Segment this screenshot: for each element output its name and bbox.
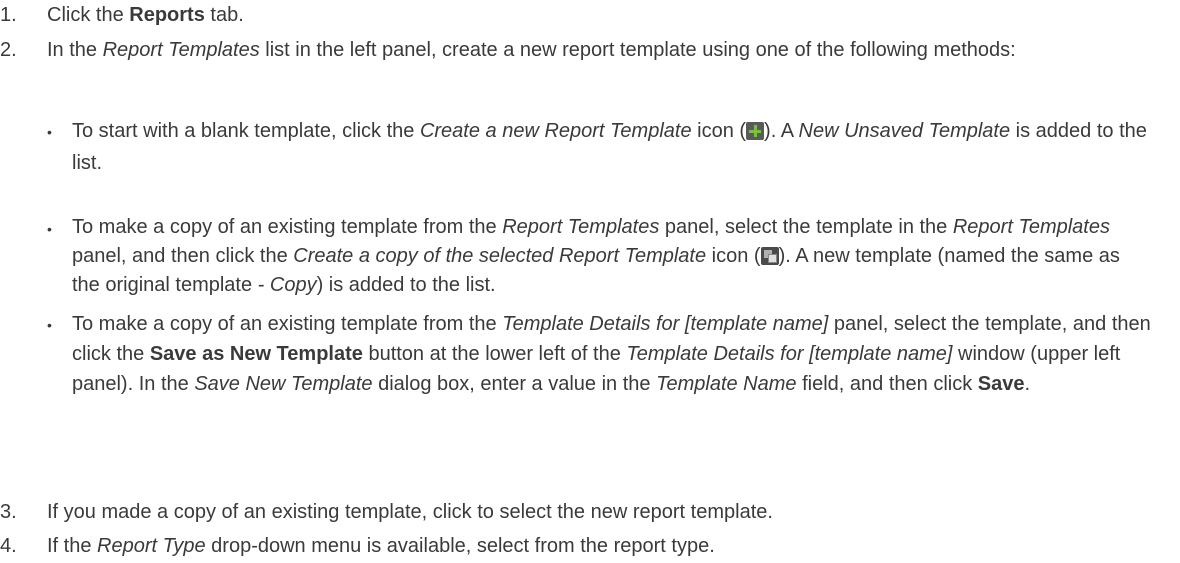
plus-icon (746, 122, 765, 140)
step-text: Click the Reports tab. (47, 4, 244, 26)
step-number: 1. (0, 4, 17, 26)
copy-icon (760, 247, 779, 265)
save-label: Save (977, 373, 1025, 395)
bullet-text: To start with a blank template, click th… (72, 120, 1147, 174)
step-text: If you made a copy of an existing templa… (47, 501, 773, 523)
step-number: 4. (0, 535, 17, 557)
bullet-glyph: • (47, 124, 52, 140)
bullet-text: To make a copy of an existing template f… (72, 313, 1151, 395)
bullet-glyph: • (47, 317, 52, 333)
document-body: 1. Click the Reports tab. 2. In the Repo… (0, 0, 1180, 563)
step-number: 2. (0, 39, 17, 61)
step-text: In the Report Templates list in the left… (47, 39, 1016, 61)
save-as-new-template-label: Save as New Template (149, 343, 363, 365)
bullet-glyph: • (47, 221, 52, 237)
reports-tab-label: Reports (129, 4, 205, 26)
bullet-text: To make a copy of an existing template f… (72, 216, 1120, 296)
step-number: 3. (0, 501, 17, 523)
step-text: If the Report Type drop-down menu is ava… (47, 535, 715, 557)
